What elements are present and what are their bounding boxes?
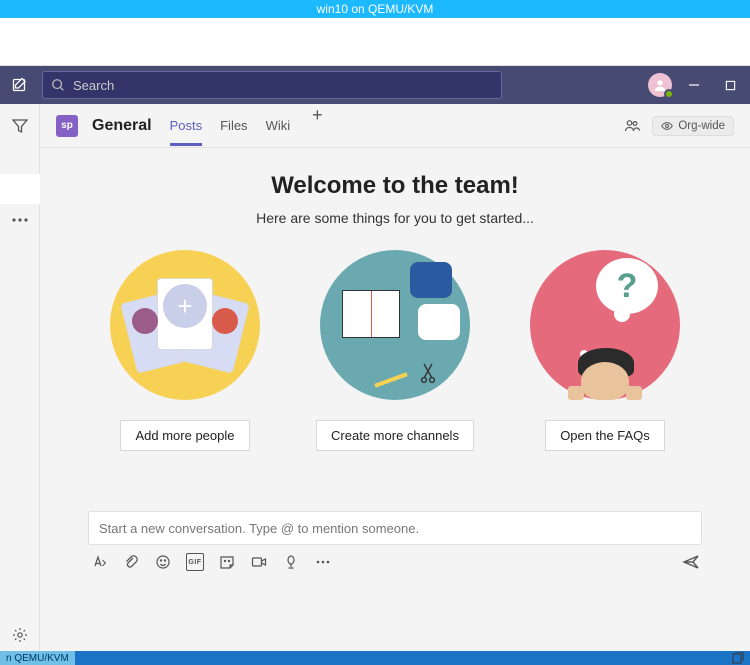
search-placeholder: Search bbox=[73, 78, 114, 93]
card-open-faqs: ? Open the FAQs bbox=[520, 250, 690, 451]
add-people-button[interactable]: Add more people bbox=[120, 420, 249, 451]
compose-toolbar: GIF bbox=[88, 545, 702, 571]
card-create-channels-art bbox=[320, 250, 470, 400]
card-add-people-art: + bbox=[110, 250, 260, 400]
compose-input[interactable]: Start a new conversation. Type @ to ment… bbox=[88, 511, 702, 545]
more-icon[interactable] bbox=[6, 206, 34, 234]
compose-placeholder: Start a new conversation. Type @ to ment… bbox=[99, 521, 419, 536]
gif-icon[interactable]: GIF bbox=[186, 553, 204, 571]
new-message-button[interactable] bbox=[6, 71, 34, 99]
format-icon[interactable] bbox=[90, 553, 108, 571]
more-compose-icon[interactable] bbox=[314, 553, 332, 571]
filter-icon[interactable] bbox=[6, 112, 34, 140]
eye-icon bbox=[661, 120, 673, 132]
welcome-title: Welcome to the team! bbox=[40, 172, 750, 200]
create-channels-button[interactable]: Create more channels bbox=[316, 420, 474, 451]
meet-now-icon[interactable] bbox=[250, 553, 268, 571]
open-faqs-button[interactable]: Open the FAQs bbox=[545, 420, 665, 451]
app-header: Search bbox=[0, 66, 750, 104]
team-members-icon[interactable] bbox=[624, 118, 640, 134]
welcome-panel: Welcome to the team! Here are some thing… bbox=[40, 148, 750, 651]
taskbar-fragment: n QEMU/KVM bbox=[0, 651, 750, 665]
user-avatar[interactable] bbox=[648, 73, 672, 97]
sticker-icon[interactable] bbox=[218, 553, 236, 571]
channel-tabs: Posts Files Wiki + bbox=[170, 106, 327, 146]
vm-title-bar: win10 on QEMU/KVM bbox=[0, 0, 750, 18]
card-open-faqs-art: ? bbox=[530, 250, 680, 400]
question-mark-icon: ? bbox=[596, 258, 658, 314]
channel-header: sp General Posts Files Wiki + bbox=[40, 104, 750, 148]
settings-icon[interactable] bbox=[0, 627, 40, 643]
tab-wiki[interactable]: Wiki bbox=[266, 106, 291, 146]
search-icon bbox=[51, 78, 65, 92]
team-avatar[interactable]: sp bbox=[56, 115, 78, 137]
orgwide-badge[interactable]: Org-wide bbox=[652, 116, 734, 136]
left-rail bbox=[0, 104, 40, 651]
tab-files[interactable]: Files bbox=[220, 106, 247, 146]
corner-icon bbox=[732, 652, 744, 664]
emoji-icon[interactable] bbox=[154, 553, 172, 571]
tab-posts[interactable]: Posts bbox=[170, 106, 203, 146]
presence-indicator bbox=[664, 89, 674, 99]
compose-area: Start a new conversation. Type @ to ment… bbox=[40, 511, 750, 577]
main-column: sp General Posts Files Wiki + bbox=[40, 104, 750, 651]
send-icon[interactable] bbox=[682, 553, 700, 571]
attach-icon[interactable] bbox=[122, 553, 140, 571]
rail-selected-bg bbox=[0, 174, 40, 204]
orgwide-label: Org-wide bbox=[678, 120, 725, 132]
blank-strip bbox=[0, 18, 750, 66]
minimize-button[interactable] bbox=[680, 71, 708, 99]
add-tab-button[interactable]: + bbox=[308, 106, 327, 146]
taskbar-label: n QEMU/KVM bbox=[0, 651, 75, 665]
channel-name: General bbox=[92, 117, 152, 135]
search-box[interactable]: Search bbox=[42, 71, 502, 99]
maximize-button[interactable] bbox=[716, 71, 744, 99]
card-create-channels: Create more channels bbox=[310, 250, 480, 451]
welcome-subtitle: Here are some things for you to get star… bbox=[40, 210, 750, 226]
plus-icon: + bbox=[163, 284, 207, 328]
stream-icon[interactable] bbox=[282, 553, 300, 571]
card-add-people: + Add more people bbox=[100, 250, 270, 451]
